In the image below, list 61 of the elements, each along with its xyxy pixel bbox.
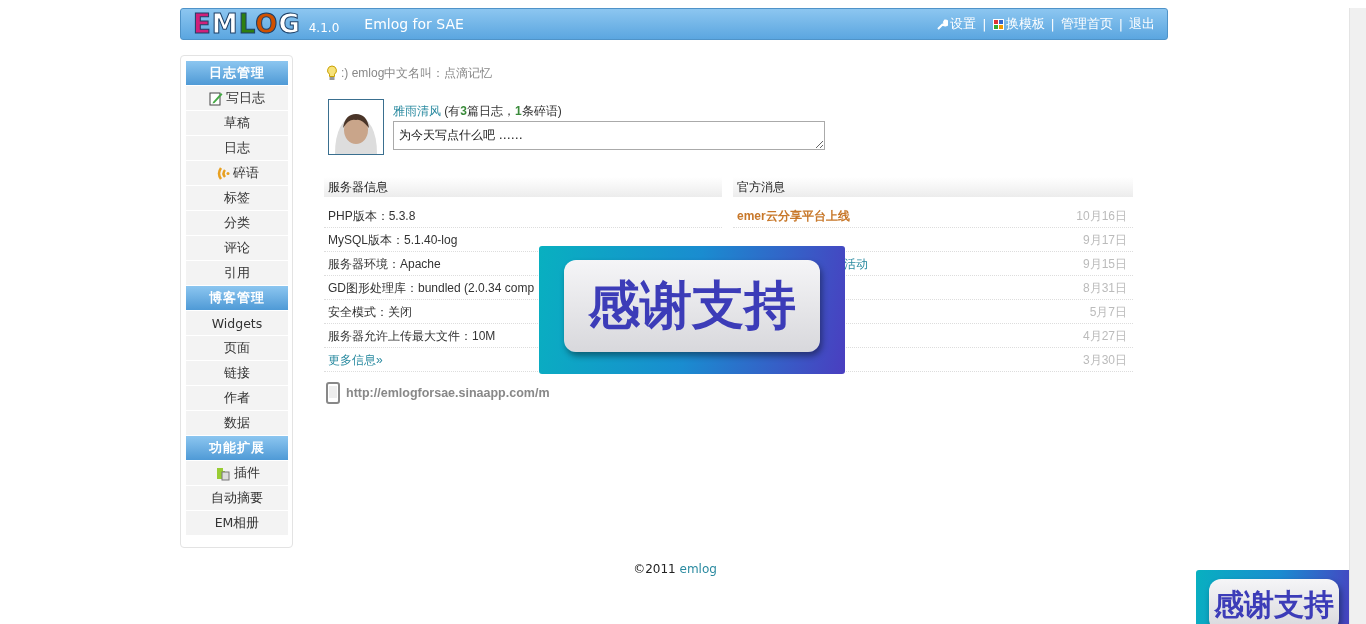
- news-date: 8月31日: [1082, 280, 1128, 297]
- sidebar-item[interactable]: 链接: [186, 361, 288, 385]
- panel-heading: 官方消息: [733, 177, 1133, 197]
- tip-text: :) emlog中文名叫：点滴记忆: [341, 64, 493, 82]
- separator: |: [1050, 16, 1055, 32]
- sidebar-heading: 日志管理: [186, 61, 288, 85]
- banner[interactable]: 感谢支持: [539, 246, 845, 374]
- separator: |: [1118, 16, 1123, 32]
- avatar-icon: [328, 99, 384, 155]
- signal-icon: [215, 166, 230, 180]
- version: 4.1.0: [308, 21, 340, 35]
- profile-line: 雅雨清风 (有3篇日志，1条碎语): [393, 103, 563, 120]
- wrench-icon: [937, 18, 949, 30]
- banner-text: 感谢支持: [564, 260, 820, 352]
- separator: |: [982, 16, 987, 32]
- lightbulb-icon: [326, 65, 338, 81]
- puzzle-icon: [214, 465, 231, 481]
- info-text: 安全模式：关闭: [328, 304, 412, 321]
- sidebar-item[interactable]: 数据: [186, 411, 288, 435]
- panel-heading: 服务器信息: [324, 177, 722, 197]
- news-date: 4月27日: [1082, 328, 1128, 345]
- sidebar-item[interactable]: 插件: [186, 461, 288, 485]
- sidebar-item[interactable]: 草稿: [186, 111, 288, 135]
- status-input[interactable]: 为今天写点什么吧 ……: [393, 121, 825, 150]
- sidebar-item[interactable]: 页面: [186, 336, 288, 360]
- logo: EMLOG: [193, 10, 301, 38]
- news-date: 5月7日: [1089, 304, 1128, 321]
- info-text: 服务器允许上传最大文件：10M: [328, 328, 496, 345]
- info-text: MySQL版本：5.1.40-log: [328, 232, 458, 249]
- sidebar-item[interactable]: 碎语: [186, 161, 288, 185]
- info-text: PHP版本：5.3.8: [328, 208, 416, 225]
- news-date: 9月17日: [1082, 232, 1128, 249]
- sidebar-item[interactable]: 分类: [186, 211, 288, 235]
- info-text: GD图形处理库：bundled (2.0.34 comp: [328, 280, 535, 297]
- sidebar-item[interactable]: EM相册: [186, 511, 288, 535]
- sidebar-item[interactable]: 评论: [186, 236, 288, 260]
- news-date: 10月16日: [1076, 208, 1128, 225]
- news-date: 3月30日: [1082, 352, 1128, 369]
- sidebar-heading: 博客管理: [186, 286, 288, 310]
- sidebar-item[interactable]: 引用: [186, 261, 288, 285]
- sidebar-item[interactable]: 日志: [186, 136, 288, 160]
- more-link[interactable]: 更多信息»: [328, 348, 383, 371]
- pencil-icon: [209, 90, 223, 106]
- info-text: 服务器环境：Apache: [328, 256, 441, 273]
- sidebar-item[interactable]: 自动摘要: [186, 486, 288, 510]
- mobile-url: http://emlogforsae.sinaapp.com/m: [346, 386, 550, 400]
- sidebar-item[interactable]: 标签: [186, 186, 288, 210]
- news-date: 9月15日: [1082, 256, 1128, 273]
- news-link[interactable]: 活动: [844, 252, 868, 275]
- banner[interactable]: 感谢支持: [1196, 570, 1352, 624]
- footer-link[interactable]: emlog: [679, 562, 717, 576]
- sidebar-item[interactable]: 作者: [186, 386, 288, 410]
- sidebar-item[interactable]: Widgets: [186, 311, 288, 335]
- banner-text: 感谢支持: [1209, 579, 1339, 624]
- copyright: ©2011: [633, 562, 676, 576]
- grid-icon: [992, 18, 1004, 30]
- site-title: Emlog for SAE: [364, 16, 464, 32]
- scrollbar[interactable]: [1349, 8, 1366, 624]
- sidebar-item[interactable]: 写日志: [186, 86, 288, 110]
- sidebar-heading: 功能扩展: [186, 436, 288, 460]
- phone-icon: [326, 382, 340, 404]
